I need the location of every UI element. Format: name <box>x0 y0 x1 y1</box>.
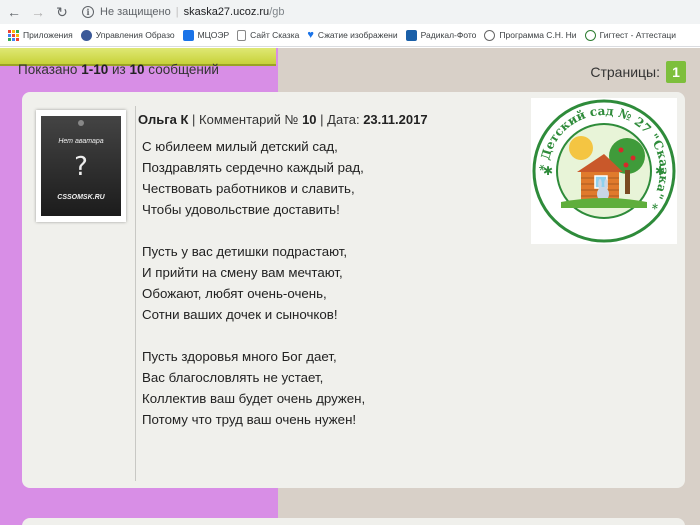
comment-divider <box>135 106 136 481</box>
globe-icon <box>484 29 496 41</box>
bookmark-apps[interactable]: Приложения <box>8 29 73 41</box>
date-label: Дата: <box>327 112 360 127</box>
page-icon <box>237 29 247 41</box>
address-bar: ← → ↻ i Не защищено | skaska27.ucoz.ru/g… <box>0 0 700 24</box>
comment-author[interactable]: Ольга К <box>138 112 188 127</box>
messages-count-range: 1-10 <box>81 62 109 77</box>
bookmark-icon <box>182 29 194 41</box>
url-host: skaska27.ucoz.ru <box>183 6 270 18</box>
bookmark-icon <box>80 29 92 41</box>
svg-text:✱: ✱ <box>543 164 553 178</box>
comment-text: С юбилеем милый детский сад, Поздравлять… <box>142 139 366 427</box>
bookmark-programma[interactable]: Программа С.Н. Ни <box>484 29 577 41</box>
kindergarten-logo: * Детский сад № 27 "Сказка" * ✱ ✱ <box>531 98 677 244</box>
bookmark-label: Сжатие изображени <box>317 30 398 40</box>
page-content: Показано 1-10 из 10 сообщений Страницы: … <box>0 48 700 525</box>
comment-date: 23.11.2017 <box>363 112 428 127</box>
messages-count-prefix: Показано <box>18 62 78 77</box>
back-arrow-icon[interactable]: ← <box>4 2 24 22</box>
bookmark-gigtest[interactable]: Гигтест - Аттестаци <box>584 29 677 41</box>
check-circle-icon <box>584 29 596 41</box>
comment-number: 10 <box>302 112 317 127</box>
bookmark-label: Радикал-Фото <box>420 30 477 40</box>
bookmarks-bar: Приложения Управления Образо МЦОЭР Сайт … <box>0 24 700 47</box>
messages-count: Показано 1-10 из 10 сообщений <box>18 62 219 77</box>
bookmark-mtsoer[interactable]: МЦОЭР <box>182 29 230 41</box>
heart-icon: ♥ <box>307 29 314 41</box>
avatar-site-text: CSSOMSK.RU <box>57 194 105 201</box>
avatar: Нет аватара ? CSSOMSK.RU <box>36 110 126 222</box>
bookmark-szhatie[interactable]: ♥ Сжатие изображени <box>307 29 397 41</box>
bookmark-radikal[interactable]: Радикал-Фото <box>405 29 477 41</box>
bookmark-icon <box>405 29 417 41</box>
comment-label: Комментарий № <box>199 112 299 127</box>
page-number-current[interactable]: 1 <box>666 61 686 83</box>
logo-seal-icon: * Детский сад № 27 "Сказка" * ✱ ✱ <box>532 99 676 243</box>
forward-arrow-icon[interactable]: → <box>28 2 48 22</box>
avatar-tag-hole <box>78 120 84 126</box>
header-separator: | <box>192 112 200 127</box>
bookmark-label: Сайт Сказка <box>250 30 300 40</box>
comment-card: Нет аватара ? CSSOMSK.RU Ольга К | Комме… <box>22 92 685 488</box>
messages-count-suffix: сообщений <box>148 62 219 77</box>
svg-text:✱: ✱ <box>655 164 665 178</box>
url-path: /gb <box>269 6 285 18</box>
bookmark-label: Программа С.Н. Ни <box>499 30 577 40</box>
bookmark-upravleniya[interactable]: Управления Образо <box>80 29 175 41</box>
pagination: Страницы: 1 <box>590 61 686 83</box>
comment-header: Ольга К | Комментарий № 10 | Дата: 23.11… <box>138 112 428 127</box>
messages-count-total: 10 <box>129 62 145 77</box>
avatar-question-mark: ? <box>74 152 88 182</box>
bookmark-sait-skazka[interactable]: Сайт Сказка <box>237 29 300 41</box>
url-field[interactable]: i Не защищено | skaska27.ucoz.ru/gb <box>82 6 284 18</box>
security-label: Не защищено <box>100 6 171 18</box>
bookmark-label: Управления Образо <box>95 30 175 40</box>
bookmark-label: Приложения <box>23 30 73 40</box>
info-icon[interactable]: i <box>82 6 94 18</box>
messages-count-mid: из <box>112 62 126 77</box>
apps-grid-icon <box>8 29 19 41</box>
bookmark-label: Гигтест - Аттестаци <box>599 30 677 40</box>
pages-label: Страницы: <box>590 64 660 80</box>
reload-icon[interactable]: ↻ <box>52 2 72 22</box>
avatar-placeholder: Нет аватара ? CSSOMSK.RU <box>41 116 121 216</box>
next-comment-card <box>22 518 685 525</box>
bookmark-label: МЦОЭР <box>197 30 230 40</box>
avatar-no-avatar-text: Нет аватара <box>58 138 104 145</box>
url-separator: | <box>175 6 179 18</box>
